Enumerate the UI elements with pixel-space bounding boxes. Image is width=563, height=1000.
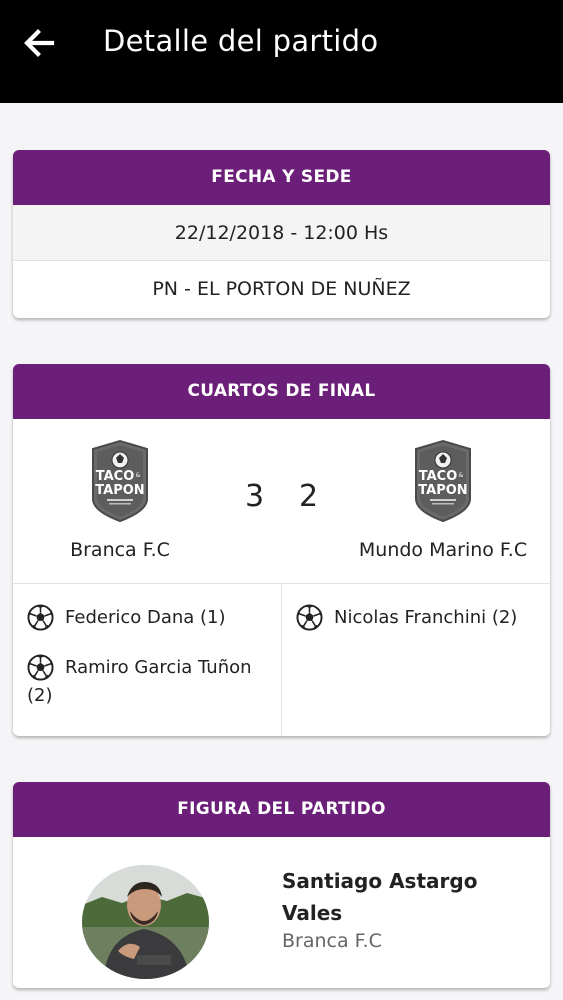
home-team-logo: TACO & TAPON (92, 439, 148, 523)
player-of-match-body[interactable]: Santiago Astargo Vales Branca F.C (13, 837, 550, 988)
away-team-name: Mundo Marino F.C (358, 539, 528, 561)
scorer-name: Ramiro Garcia Tuñon (65, 657, 252, 678)
scorer-item: Federico Dana (1) (13, 604, 281, 632)
soccer-ball-icon (27, 654, 54, 681)
match-card: CUARTOS DE FINAL TACO & TAPON Branca F.C… (13, 364, 550, 736)
scorer-goals: (2) (27, 685, 53, 706)
away-scorers: Nicolas Franchini (2) (282, 584, 550, 736)
arrow-left-icon[interactable] (22, 26, 56, 60)
match-venue: PN - EL PORTON DE NUÑEZ (152, 278, 411, 300)
date-venue-header: FECHA Y SEDE (13, 150, 550, 205)
svg-text:&: & (136, 472, 141, 479)
page-title: Detalle del partido (103, 24, 379, 58)
scorer-name: Nicolas Franchini (2) (334, 607, 518, 628)
soccer-ball-icon (27, 604, 54, 631)
away-logo-text-1: TACO (419, 469, 458, 484)
away-score: 2 (299, 479, 319, 514)
player-team: Branca F.C (282, 930, 382, 952)
scorer-item: Nicolas Franchini (2) (282, 604, 550, 632)
scorer-name: Federico Dana (1) (65, 607, 226, 628)
app-bar: Detalle del partido (0, 0, 563, 103)
player-avatar (82, 865, 209, 979)
match-datetime: 22/12/2018 - 12:00 Hs (13, 205, 550, 261)
date-venue-card: FECHA Y SEDE 22/12/2018 - 12:00 Hs PN - … (13, 150, 550, 318)
player-of-match-card: FIGURA DEL PARTIDO Santiago Astargo Vale… (13, 782, 550, 988)
away-team-logo: TACO & TAPON (415, 439, 471, 523)
away-logo-text-2: TAPON (418, 483, 467, 498)
soccer-ball-icon (296, 604, 323, 631)
svg-text:&: & (459, 472, 464, 479)
home-logo-text-1: TACO (96, 469, 135, 484)
scoreboard: TACO & TAPON Branca F.C 3 2 TACO & TAPON (13, 419, 550, 584)
match-stage-header: CUARTOS DE FINAL (13, 364, 550, 419)
scorer-item: Ramiro Garcia Tuñon (2) (13, 654, 281, 710)
away-team[interactable]: TACO & TAPON Mundo Marino F.C (343, 419, 543, 561)
home-scorers: Federico Dana (1) Ramiro Garcia Tuñon (2… (13, 584, 282, 736)
player-name: Santiago Astargo Vales (282, 869, 478, 925)
scorers-section: Federico Dana (1) Ramiro Garcia Tuñon (2… (13, 584, 550, 736)
home-team-name: Branca F.C (70, 539, 170, 561)
home-score: 3 (245, 479, 265, 514)
player-of-match-header: FIGURA DEL PARTIDO (13, 782, 550, 837)
home-team[interactable]: TACO & TAPON Branca F.C (20, 419, 220, 561)
home-logo-text-2: TAPON (95, 483, 144, 498)
